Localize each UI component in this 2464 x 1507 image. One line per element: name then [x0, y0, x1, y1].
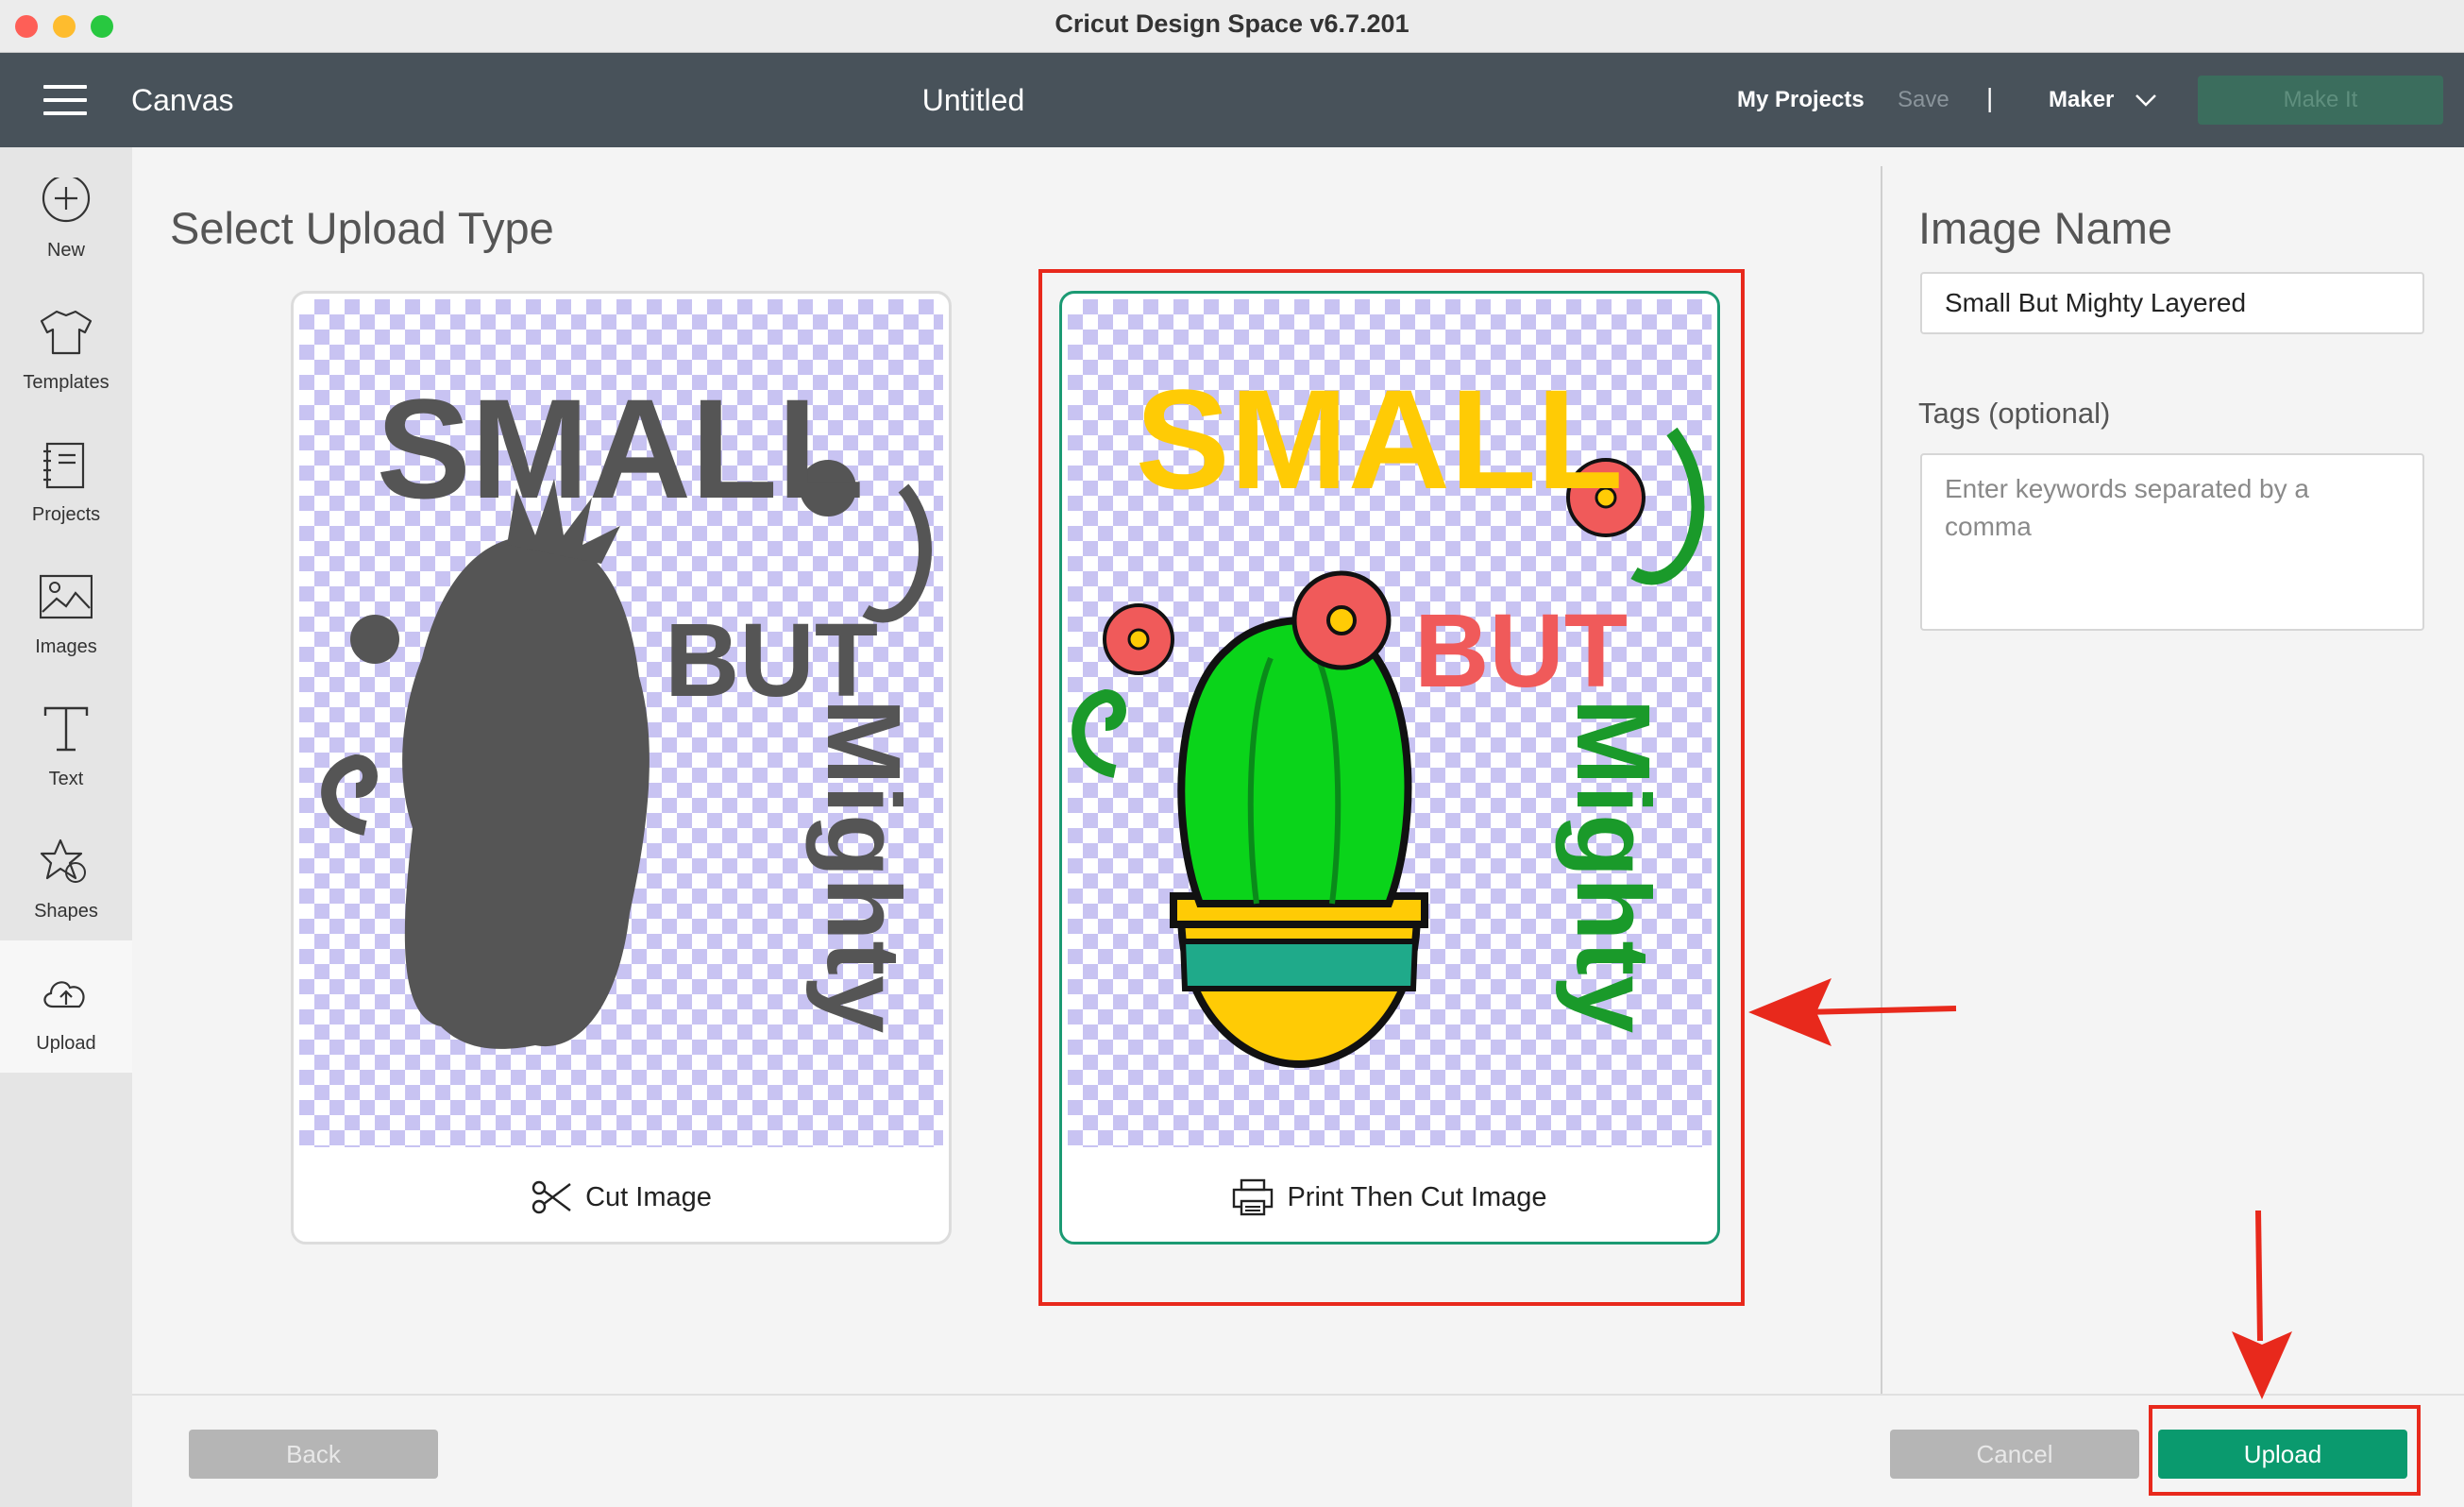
tags-field[interactable] — [1920, 453, 2424, 631]
machine-selector[interactable]: Maker — [2049, 87, 2114, 113]
artwork-text-mighty: Mighty — [1555, 699, 1671, 1033]
sidebar-item-new[interactable]: New — [0, 147, 132, 279]
cut-image-option[interactable]: SMALL BUT Mighty Cut Image — [291, 291, 952, 1245]
back-button[interactable]: Back — [189, 1430, 438, 1479]
top-nav-bar: Canvas Untitled My Projects Save | Maker… — [0, 53, 2464, 147]
cloud-upload-icon — [43, 981, 85, 1008]
panel-divider — [1881, 166, 1882, 1394]
select-upload-type-title: Select Upload Type — [170, 203, 554, 253]
window-title: Cricut Design Space v6.7.201 — [1055, 9, 1409, 38]
tags-label: Tags (optional) — [1918, 397, 2111, 430]
sidebar-item-templates[interactable]: Templates — [0, 279, 132, 412]
shapes-icon — [40, 838, 86, 883]
left-sidebar: New Templates Projects Images Text Shape… — [0, 147, 132, 1507]
print-then-cut-artwork: SMALL BUT Mighty — [1072, 360, 1705, 1069]
sidebar-item-shapes[interactable]: Shapes — [0, 808, 132, 940]
nav-separator: | — [1986, 83, 1994, 112]
sidebar-item-upload[interactable]: Upload — [0, 940, 132, 1073]
print-then-cut-option[interactable]: SMALL BUT Mighty Print Then Cut Image — [1059, 291, 1720, 1245]
artwork-text-mighty: Mighty — [805, 699, 921, 1033]
upload-button[interactable]: Upload — [2158, 1430, 2407, 1479]
chevron-down-icon[interactable] — [2134, 87, 2158, 111]
document-title: Untitled — [921, 83, 1025, 117]
artwork-text-small: SMALL — [377, 369, 865, 528]
print-then-cut-preview: SMALL BUT Mighty — [1068, 299, 1712, 1147]
tshirt-icon — [40, 310, 93, 355]
print-then-cut-label: Print Then Cut Image — [1287, 1181, 1547, 1212]
cut-image-preview: SMALL BUT Mighty — [299, 299, 943, 1147]
scissors-icon — [532, 1180, 571, 1214]
save-link[interactable]: Save — [1898, 87, 1949, 113]
image-name-field[interactable] — [1920, 272, 2424, 334]
sidebar-item-images[interactable]: Images — [0, 544, 132, 676]
make-it-button[interactable]: Make It — [2198, 76, 2443, 125]
image-name-title: Image Name — [1918, 203, 2173, 253]
notebook-icon — [43, 442, 85, 489]
cut-image-artwork: SMALL BUT Mighty — [321, 369, 932, 1049]
artwork-text-but: BUT — [1414, 593, 1628, 709]
image-icon — [40, 574, 93, 619]
printer-icon — [1233, 1178, 1274, 1216]
annotation-arrow-left-icon — [1748, 978, 1957, 1046]
my-projects-link[interactable]: My Projects — [1737, 87, 1865, 113]
annotation-arrow-down-icon — [2232, 1210, 2292, 1399]
sidebar-item-label: Shapes — [34, 901, 98, 922]
app-window: Cricut Design Space v6.7.201 Canvas Unti… — [0, 0, 2464, 1507]
cut-image-footer: Cut Image — [294, 1153, 949, 1242]
sidebar-item-label: Upload — [36, 1033, 96, 1054]
sidebar-item-text[interactable]: Text — [0, 676, 132, 808]
footer-bar: Back Cancel Upload — [132, 1394, 2464, 1507]
cancel-button[interactable]: Cancel — [1890, 1430, 2139, 1479]
print-then-cut-footer: Print Then Cut Image — [1062, 1153, 1717, 1242]
sidebar-item-label: Images — [35, 636, 97, 657]
sidebar-item-projects[interactable]: Projects — [0, 412, 132, 544]
window-titlebar: Cricut Design Space v6.7.201 — [0, 0, 2464, 53]
plus-circle-icon — [42, 178, 91, 223]
sidebar-item-label: New — [46, 240, 85, 261]
cut-image-label: Cut Image — [585, 1181, 712, 1212]
sidebar-item-label: Templates — [23, 372, 110, 393]
sidebar-item-label: Projects — [31, 504, 101, 525]
artwork-text-small: SMALL — [1136, 360, 1624, 518]
text-t-icon — [43, 706, 89, 752]
sidebar-item-label: Text — [48, 769, 84, 789]
